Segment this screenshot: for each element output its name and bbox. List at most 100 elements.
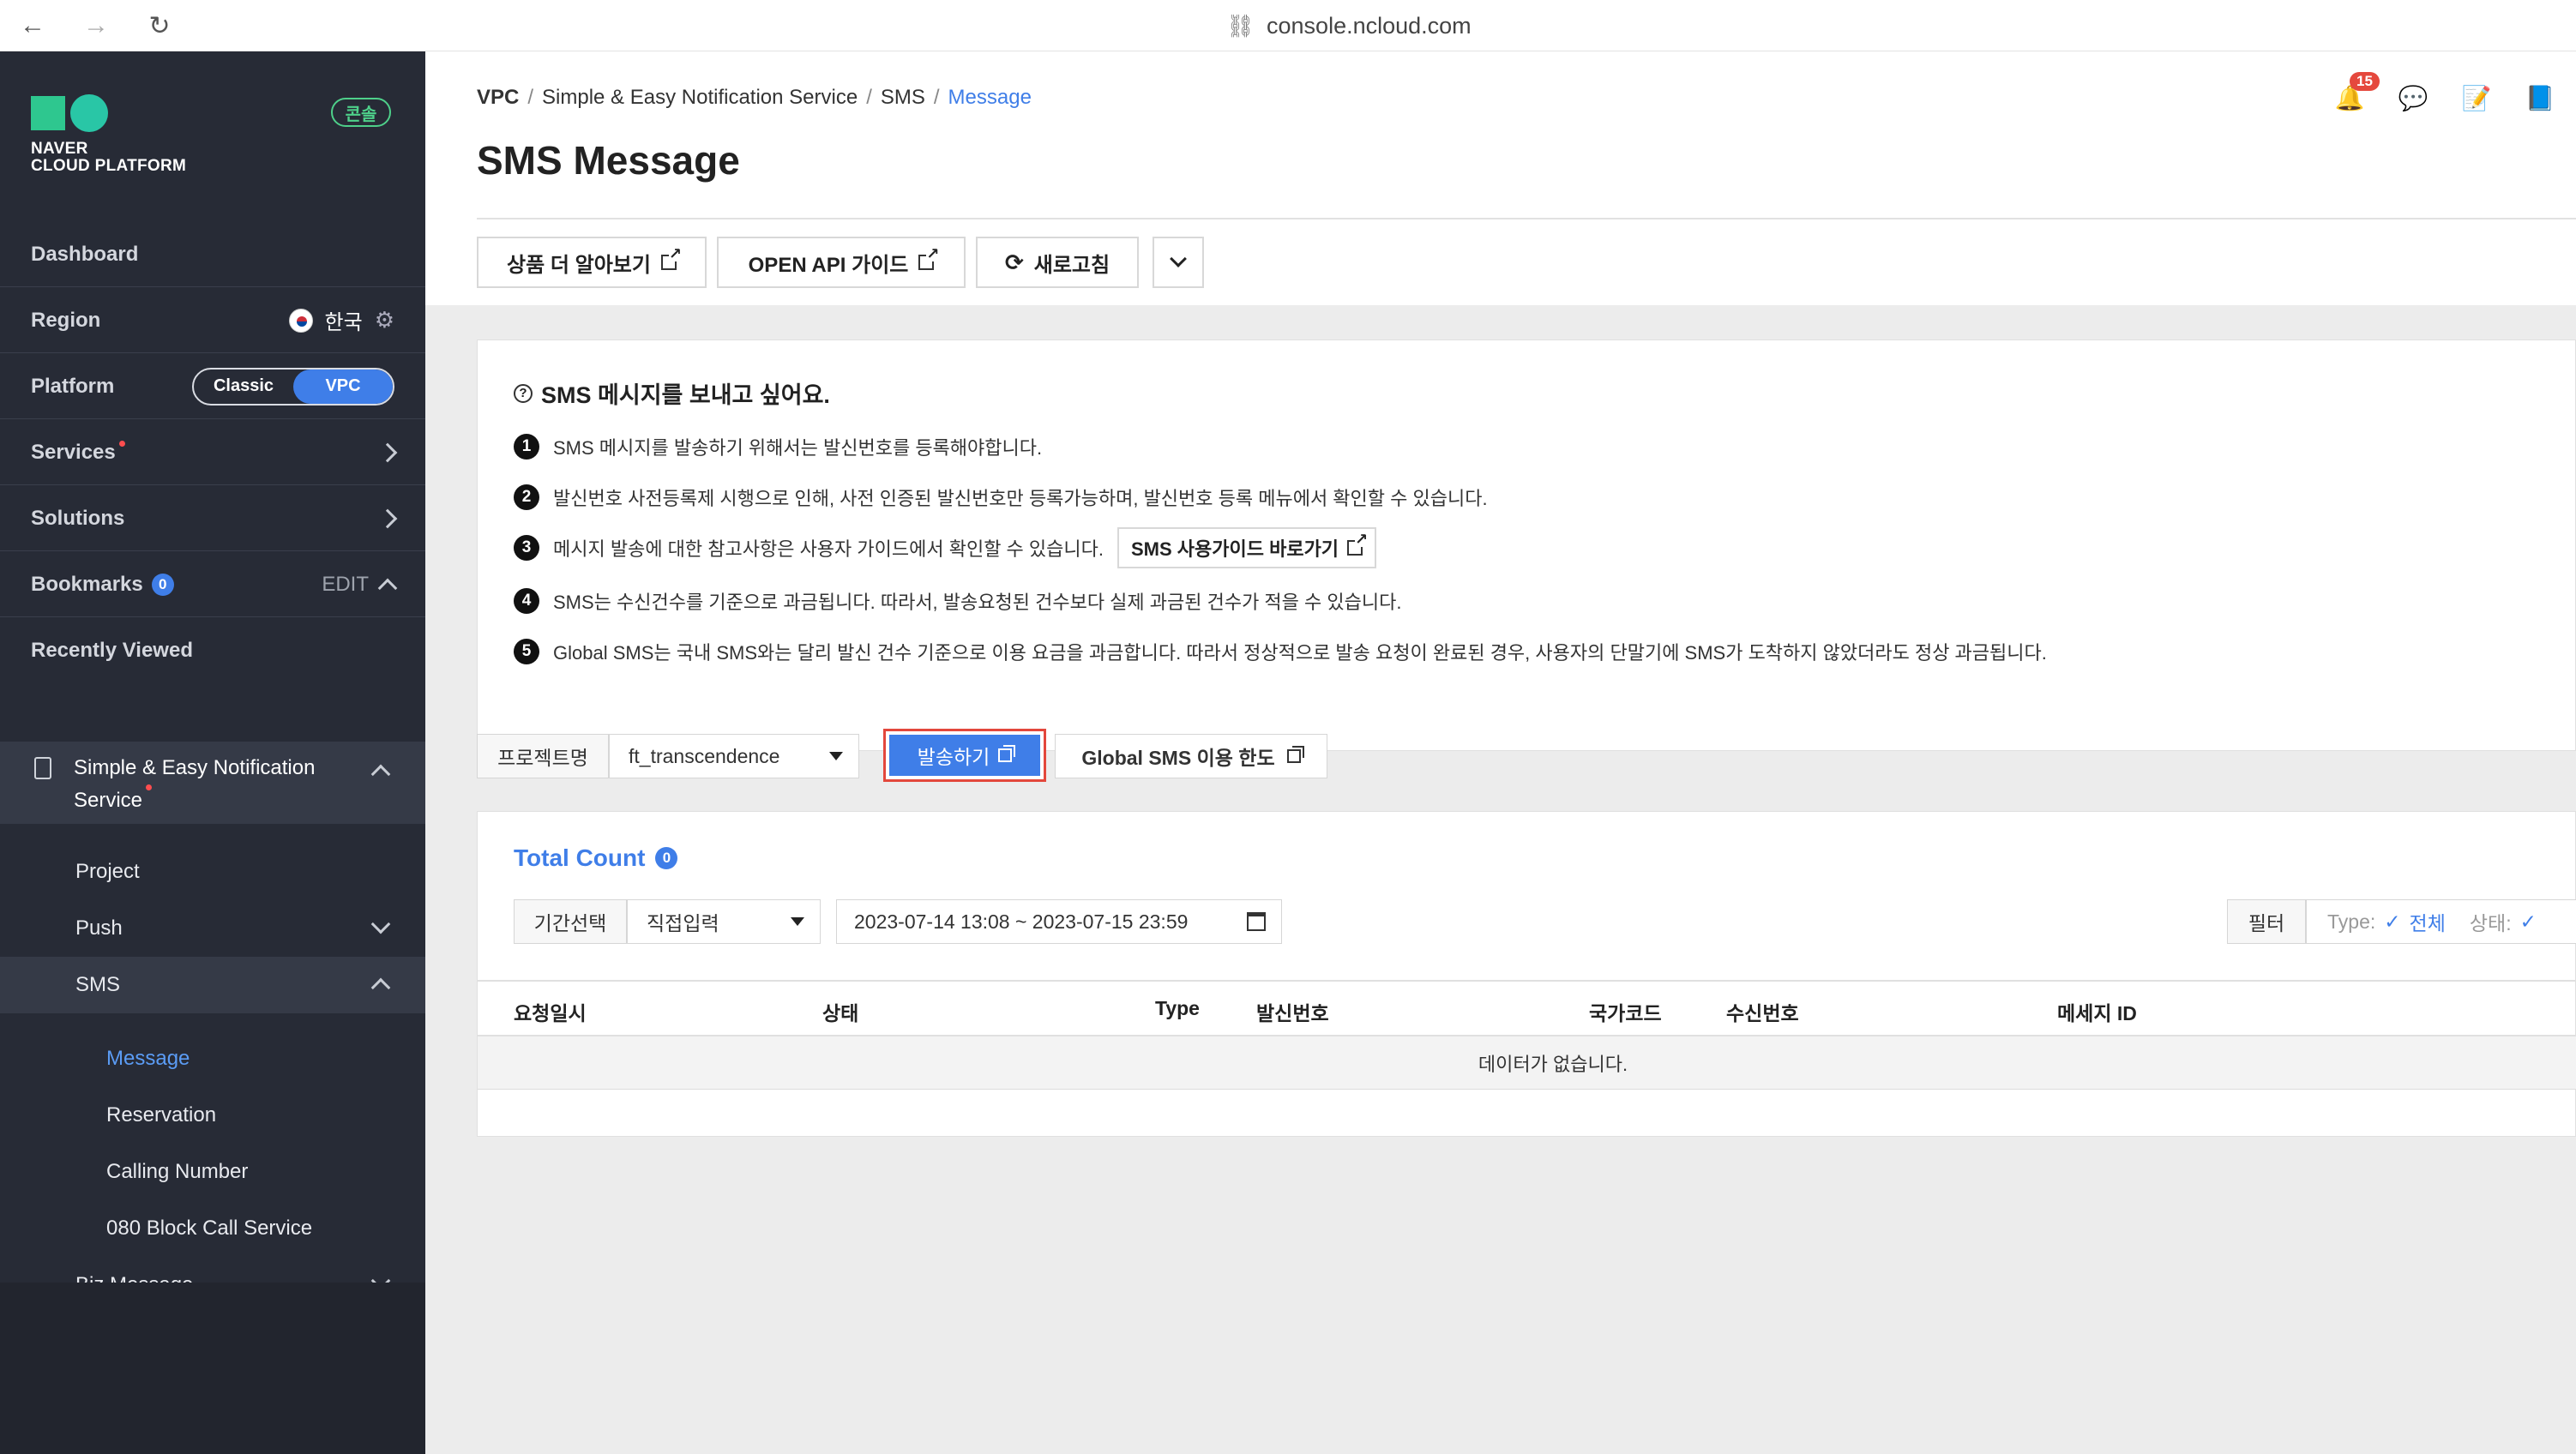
column-type[interactable]: Type bbox=[1155, 997, 1200, 1020]
sidebar-service-group[interactable]: Simple & Easy Notification Service bbox=[0, 742, 425, 824]
info-line-5: 5 Global SMS는 국내 SMS와는 달리 발신 건수 기준으로 이용 요… bbox=[514, 638, 2047, 665]
chevron-down-icon bbox=[370, 914, 391, 934]
chat-icon[interactable]: 💬 bbox=[2398, 82, 2429, 113]
breadcrumb-sms[interactable]: SMS bbox=[881, 86, 925, 110]
chevron-right-icon bbox=[377, 508, 398, 528]
platform-vpc-option[interactable]: VPC bbox=[293, 369, 393, 404]
reload-icon[interactable]: ↻ bbox=[142, 9, 177, 43]
sidebar-item-region[interactable]: Region 한국 ⚙ bbox=[0, 288, 425, 353]
message-list-panel: Total Count 0 기간선택 직접입력 2023-07-14 13:08 … bbox=[477, 811, 2576, 1137]
breadcrumb-vpc[interactable]: VPC bbox=[477, 86, 519, 110]
region-value: 한국 bbox=[324, 311, 363, 334]
sidebar-item-dashboard[interactable]: Dashboard bbox=[0, 222, 425, 287]
main-content: VPC / Simple & Easy Notification Service /… bbox=[425, 51, 2576, 1454]
question-icon: ? bbox=[514, 383, 533, 403]
check-icon: ✓ bbox=[2519, 910, 2537, 933]
url-text: console.ncloud.com bbox=[1267, 12, 1472, 39]
column-country-code[interactable]: 국가코드 bbox=[1589, 997, 1662, 1026]
info-line-4: 4 SMS는 수신건수를 기준으로 과금됩니다. 따라서, 발송요청된 건수보다 … bbox=[514, 587, 1401, 615]
breadcrumb-service[interactable]: Simple & Easy Notification Service bbox=[542, 86, 858, 110]
period-mode-select[interactable]: 직접입력 bbox=[627, 899, 821, 944]
refresh-icon: ⟳ bbox=[1004, 249, 1024, 275]
caret-down-icon bbox=[791, 917, 804, 926]
sidebar-item-platform: Platform Classic VPC bbox=[0, 354, 425, 419]
empty-state: 데이터가 없습니다. bbox=[478, 1036, 2576, 1090]
sidebar-item-solutions[interactable]: Solutions bbox=[0, 486, 425, 551]
column-status[interactable]: 상태 bbox=[822, 997, 858, 1026]
address-bar[interactable]: ⛓ console.ncloud.com bbox=[1226, 9, 1472, 43]
sidebar-item-services[interactable]: Services bbox=[0, 420, 425, 485]
send-button-highlight: 발송하기 bbox=[883, 729, 1046, 782]
column-message-id[interactable]: 메세지 ID bbox=[2057, 997, 2137, 1026]
calendar-icon[interactable] bbox=[1247, 912, 1266, 931]
console-badge: 콘솔 bbox=[331, 98, 391, 127]
caret-down-icon bbox=[829, 752, 843, 760]
header-divider bbox=[477, 218, 2576, 219]
header-icons: 🔔 15 💬 📝 📘 bbox=[2334, 72, 2555, 113]
book-icon[interactable]: 📘 bbox=[2525, 82, 2555, 113]
info-line-2: 2 발신번호 사전등록제 시행으로 인해, 사전 인증된 발신번호만 등록가능하며… bbox=[514, 484, 1488, 511]
open-api-guide-button[interactable]: OPEN API 가이드 bbox=[717, 237, 966, 288]
external-link-icon bbox=[918, 246, 940, 270]
platform-toggle[interactable]: Classic VPC bbox=[192, 367, 394, 406]
gear-icon[interactable]: ⚙ bbox=[375, 307, 394, 333]
check-icon: ✓ bbox=[2384, 910, 2401, 933]
more-dropdown-button[interactable] bbox=[1153, 237, 1204, 288]
project-select[interactable]: ft_transcendence bbox=[609, 734, 859, 778]
filter-button[interactable]: 필터 bbox=[2227, 899, 2306, 944]
sidebar-item-reservation[interactable]: Reservation bbox=[0, 1087, 425, 1144]
chevron-right-icon bbox=[377, 442, 398, 462]
external-link-icon bbox=[1347, 532, 1369, 556]
sidebar-item-bookmarks[interactable]: Bookmarks 0 EDIT bbox=[0, 552, 425, 617]
link-icon: ⛓ bbox=[1226, 12, 1255, 39]
breadcrumb: VPC / Simple & Easy Notification Service /… bbox=[477, 86, 1032, 110]
bell-icon[interactable]: 🔔 15 bbox=[2334, 72, 2380, 113]
bookmarks-edit-button[interactable]: EDIT bbox=[322, 573, 369, 597]
phone-icon bbox=[34, 757, 51, 779]
sidebar-footer bbox=[0, 1283, 425, 1454]
chevron-up-icon[interactable] bbox=[370, 764, 391, 784]
popup-icon bbox=[998, 745, 1016, 762]
info-line-3: 3 메시지 발송에 대한 참고사항은 사용자 가이드에서 확인할 수 있습니다. … bbox=[514, 527, 1377, 568]
breadcrumb-message: Message bbox=[948, 86, 1032, 109]
sidebar-item-080-block-call[interactable]: 080 Block Call Service bbox=[0, 1200, 425, 1257]
column-sender-number[interactable]: 발신번호 bbox=[1256, 997, 1329, 1026]
info-title: ? SMS 메시지를 보내고 싶어요. bbox=[514, 376, 830, 410]
naver-cloud-logo[interactable]: NAVER CLOUD PLATFORM bbox=[31, 94, 186, 175]
sidebar: NAVER CLOUD PLATFORM 콘솔 Dashboard Region … bbox=[0, 51, 425, 1454]
column-recipient-number[interactable]: 수신번호 bbox=[1726, 997, 1799, 1026]
browser-toolbar: ← → ↻ ⛓ console.ncloud.com bbox=[0, 0, 2576, 51]
service-title: Simple & Easy Notification Service bbox=[74, 756, 316, 812]
sidebar-item-message[interactable]: Message bbox=[0, 1030, 425, 1087]
chevron-up-icon bbox=[370, 977, 391, 998]
date-range-input[interactable]: 2023-07-14 13:08 ~ 2023-07-15 23:59 bbox=[836, 899, 1282, 944]
popup-icon bbox=[1286, 746, 1304, 763]
notification-count-badge: 15 bbox=[2350, 72, 2380, 91]
bookmarks-count-badge: 0 bbox=[151, 573, 174, 596]
sidebar-item-sms[interactable]: SMS bbox=[0, 957, 425, 1013]
platform-classic-option[interactable]: Classic bbox=[194, 370, 293, 404]
global-sms-limit-button[interactable]: Global SMS 이용 한도 bbox=[1055, 734, 1327, 778]
learn-more-button[interactable]: 상품 더 알아보기 bbox=[477, 237, 707, 288]
refresh-button[interactable]: ⟳ 새로고침 bbox=[976, 237, 1139, 288]
sms-guide-link-button[interactable]: SMS 사용가이드 바로가기 bbox=[1116, 527, 1377, 568]
send-button[interactable]: 발송하기 bbox=[889, 735, 1040, 776]
info-panel: ? SMS 메시지를 보내고 싶어요. 1 SMS 메시지를 발송하기 위해서는 … bbox=[477, 339, 2576, 751]
project-label: 프로젝트명 bbox=[477, 734, 609, 778]
chevron-up-icon[interactable] bbox=[377, 578, 398, 598]
sidebar-item-calling-number[interactable]: Calling Number bbox=[0, 1144, 425, 1200]
column-requested-at[interactable]: 요청일시 bbox=[514, 997, 587, 1026]
filter-summary[interactable]: Type: ✓ 전체 상태: ✓ bbox=[2306, 899, 2576, 944]
note-edit-icon[interactable]: 📝 bbox=[2461, 82, 2492, 113]
period-label: 기간선택 bbox=[514, 899, 627, 944]
sidebar-item-push[interactable]: Push bbox=[0, 900, 425, 957]
arrow-right-icon[interactable]: → bbox=[79, 9, 113, 43]
sidebar-item-project[interactable]: Project bbox=[0, 844, 425, 900]
arrow-left-icon[interactable]: ← bbox=[15, 9, 50, 43]
external-link-icon bbox=[660, 246, 682, 270]
table-header: 요청일시 상태 Type 발신번호 국가코드 수신번호 메세지 ID bbox=[478, 980, 2576, 1036]
sidebar-item-recently-viewed[interactable]: Recently Viewed bbox=[0, 618, 425, 683]
total-count-badge: 0 bbox=[655, 847, 678, 869]
page-title: SMS Message bbox=[477, 138, 740, 183]
info-line-1: 1 SMS 메시지를 발송하기 위해서는 발신번호를 등록해야합니다. bbox=[514, 433, 1042, 460]
